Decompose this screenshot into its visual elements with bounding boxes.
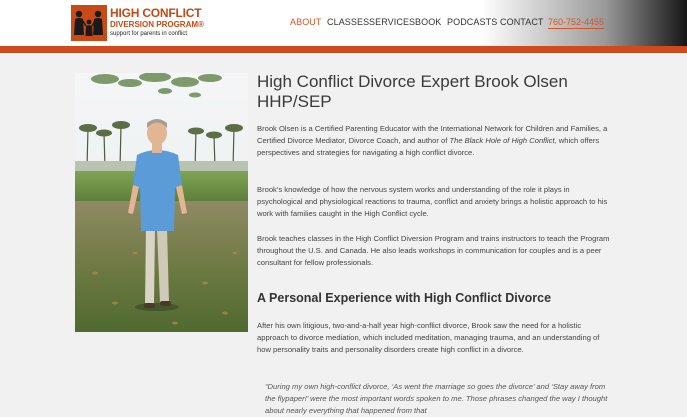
nav-contact[interactable]: CONTACT	[500, 17, 544, 27]
bio-paragraph-3: Brook teaches classes in the High Confli…	[257, 234, 610, 267]
logo-title: HIGH CONFLICT	[110, 6, 202, 20]
nav-book[interactable]: BOOK	[415, 17, 441, 27]
section-heading: A Personal Experience with High Conflict…	[257, 291, 552, 305]
header-divider	[0, 53, 687, 55]
logo-tagline: support for parents in conflict	[110, 31, 188, 37]
family-silhouette-icon	[71, 5, 107, 41]
logo-subtitle: DIVERSION PROGRAM®	[110, 20, 204, 29]
bio-paragraph-1: Brook Olsen is a Certified Parenting Edu…	[257, 123, 612, 159]
site-header: HIGH CONFLICT DIVERSION PROGRAM® support…	[0, 0, 687, 46]
book-title-link[interactable]: The Black Hole of High Conflict	[449, 136, 554, 145]
page-title: High Conflict Divorce Expert Brook Olsen…	[257, 72, 568, 111]
profile-photo	[75, 73, 248, 332]
nav-classes[interactable]: CLASSES	[327, 17, 369, 27]
site-logo[interactable]: HIGH CONFLICT DIVERSION PROGRAM® support…	[71, 5, 204, 41]
header-accent-bar	[0, 46, 687, 53]
experience-paragraph: After his own litigious, two-and-a-half …	[257, 321, 600, 354]
nav-podcasts[interactable]: PODCASTS	[447, 17, 497, 27]
nav-about[interactable]: ABOUT	[290, 17, 322, 27]
nav-phone-link[interactable]: 760-752-4455	[548, 17, 605, 29]
bio-paragraph-2: Brook’s knowledge of how the nervous sys…	[257, 185, 608, 218]
nav-services[interactable]: SERVICES	[369, 17, 415, 27]
